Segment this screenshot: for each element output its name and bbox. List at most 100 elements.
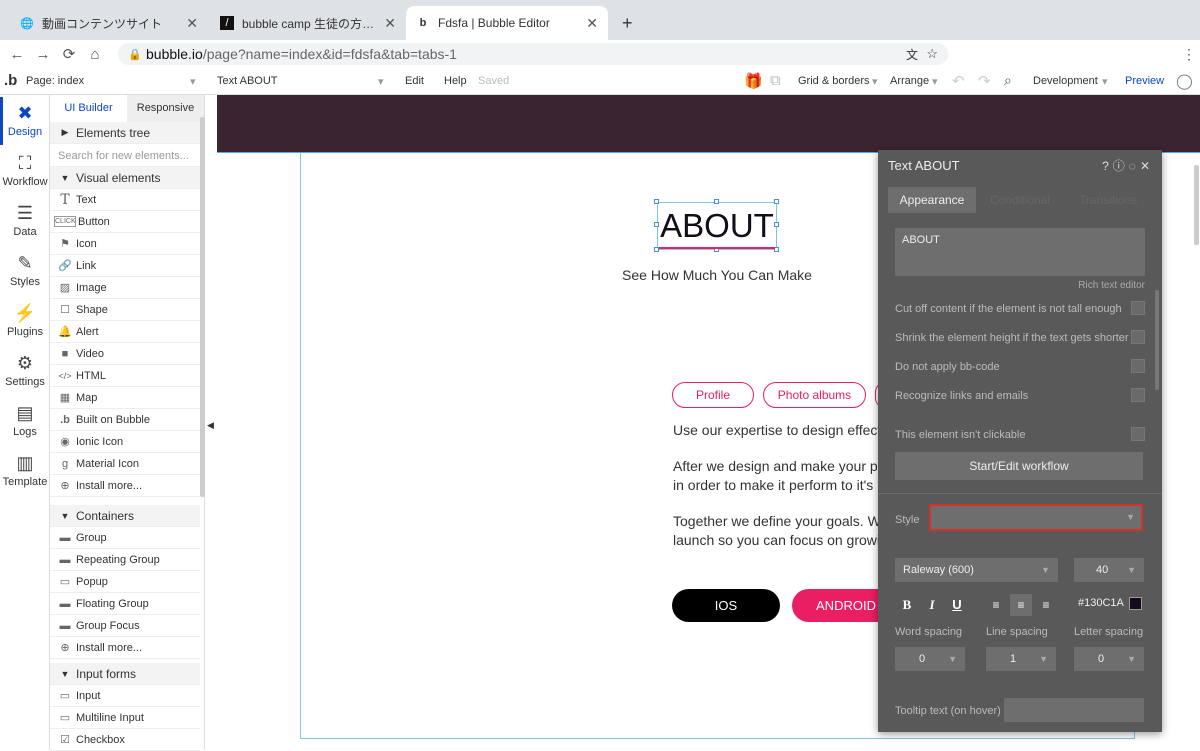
panel-scrollbar[interactable] <box>200 117 205 497</box>
element-search-input[interactable]: Search for new elements... <box>50 145 200 167</box>
pill-profile[interactable]: Profile <box>672 382 754 408</box>
preview-link[interactable]: Preview <box>1125 75 1164 87</box>
undo-icon[interactable]: ↶ <box>952 72 965 90</box>
checkbox[interactable] <box>1131 359 1145 373</box>
browser-tab[interactable]: 🌐 動画コンテンツサイト ✕ <box>10 6 208 40</box>
resize-handle[interactable] <box>654 222 659 227</box>
development-menu[interactable]: Development <box>1033 75 1098 87</box>
help-menu[interactable]: Help <box>444 75 467 87</box>
list-item[interactable]: CLICK Button <box>50 211 200 233</box>
gift-icon[interactable]: 🎁 <box>744 72 763 90</box>
list-item[interactable]: ▬ Repeating Group <box>50 549 200 571</box>
list-item[interactable]: ⊕ Install more... <box>50 637 200 659</box>
checkbox[interactable] <box>1131 427 1145 441</box>
star-icon[interactable]: ☆ <box>926 46 938 62</box>
list-item[interactable]: ▨ Image <box>50 277 200 299</box>
translate-icon[interactable]: 文 <box>906 46 918 63</box>
list-item[interactable]: ◉ Ionic Icon <box>50 431 200 453</box>
resize-handle[interactable] <box>714 199 719 204</box>
canvas-scrollbar[interactable] <box>1194 165 1199 245</box>
close-icon[interactable]: ✕ <box>384 15 396 32</box>
word-spacing-input[interactable]: 0 ▼ <box>895 647 965 671</box>
list-item[interactable]: ▦ Map <box>50 387 200 409</box>
list-item[interactable]: ▬ Group <box>50 527 200 549</box>
tab-transitions[interactable]: Transitions <box>1064 187 1152 213</box>
user-icon[interactable]: ◯ <box>1176 72 1193 90</box>
italic-button[interactable]: I <box>921 594 943 616</box>
paragraph[interactable]: launch so you can focus on growi <box>673 531 883 550</box>
component-icon[interactable]: ⧉ <box>770 72 781 89</box>
tab-ui-builder[interactable]: UI Builder <box>50 95 127 122</box>
elements-tree-toggle[interactable]: ▶ Elements tree <box>50 122 200 144</box>
about-subtitle[interactable]: See How Much You Can Make <box>567 267 867 283</box>
reload-icon[interactable]: ⟳ <box>56 45 82 63</box>
browser-tab-active[interactable]: b Fdsfa | Bubble Editor ✕ <box>406 6 608 40</box>
resize-handle[interactable] <box>774 199 779 204</box>
bubble-logo[interactable]: .b <box>4 72 17 89</box>
checkbox[interactable] <box>1131 330 1145 344</box>
arrange-menu[interactable]: Arrange <box>890 75 929 87</box>
text-content-input[interactable]: ABOUT <box>895 228 1145 276</box>
resize-handle[interactable] <box>654 199 659 204</box>
sidebar-item-settings[interactable]: ⚙ Settings <box>0 353 50 388</box>
list-item[interactable]: </> HTML <box>50 365 200 387</box>
input-forms-header[interactable]: ▼ Input forms <box>50 663 200 685</box>
close-icon[interactable]: ✕ <box>186 15 198 32</box>
list-item[interactable]: ⚑ Icon <box>50 233 200 255</box>
list-item[interactable]: ▬ Group Focus <box>50 615 200 637</box>
property-scrollbar[interactable] <box>1155 290 1159 390</box>
align-right-button[interactable]: ≡ <box>1035 594 1057 616</box>
url-field[interactable]: 🔒 bubble.io/page?name=index&id=fdsfa&tab… <box>118 43 948 65</box>
edit-menu[interactable]: Edit <box>405 75 424 87</box>
element-selector[interactable]: Text ABOUT <box>217 75 278 87</box>
resize-handle[interactable] <box>774 222 779 227</box>
page-selector[interactable]: Page: index <box>26 75 84 87</box>
list-item[interactable]: ⊕ Install more... <box>50 475 200 497</box>
paragraph[interactable]: Together we define your goals. W <box>673 512 883 531</box>
browser-tab[interactable]: / bubble camp 生徒の方々からいた ✕ <box>210 6 406 40</box>
grid-borders-menu[interactable]: Grid & borders <box>798 75 870 87</box>
collapse-panel-icon[interactable]: ◀ <box>207 420 214 431</box>
sidebar-item-workflow[interactable]: ⛶ Workflow <box>0 153 50 188</box>
new-tab-button[interactable]: + <box>612 6 642 40</box>
tab-conditional[interactable]: Conditional <box>976 187 1064 213</box>
containers-header[interactable]: ▼ Containers <box>50 505 200 527</box>
sidebar-item-template[interactable]: ▥ Template <box>0 453 50 488</box>
paragraph[interactable]: After we design and make your pa <box>673 457 883 476</box>
about-heading[interactable]: ABOUT <box>657 202 777 250</box>
menu-icon[interactable]: ⋮ <box>1182 46 1196 63</box>
pill-photo-albums[interactable]: Photo albums <box>763 382 866 408</box>
letter-spacing-input[interactable]: 0 ▼ <box>1074 647 1144 671</box>
close-icon[interactable]: ✕ <box>586 15 598 32</box>
list-item[interactable]: ▬ Floating Group <box>50 593 200 615</box>
list-item[interactable]: ☑ Checkbox <box>50 729 200 751</box>
back-icon[interactable]: ← <box>4 46 30 63</box>
list-item[interactable]: 🔗 Link <box>50 255 200 277</box>
paragraph[interactable]: Use our expertise to design effect <box>673 421 883 440</box>
visual-elements-header[interactable]: ▼ Visual elements <box>50 167 200 189</box>
forward-icon[interactable]: → <box>30 46 56 63</box>
ios-button[interactable]: IOS <box>672 589 780 622</box>
underline-button[interactable]: U <box>946 594 968 616</box>
color-value[interactable]: #130C1A <box>1078 597 1124 609</box>
search-icon[interactable]: ⌕ <box>1004 72 1012 89</box>
list-item[interactable]: ▭ Multiline Input <box>50 707 200 729</box>
align-center-button[interactable]: ≡ <box>1010 594 1032 616</box>
font-dropdown[interactable]: Raleway (600) ▼ <box>895 558 1058 582</box>
list-item[interactable]: ▭ Popup <box>50 571 200 593</box>
sidebar-item-data[interactable]: ☰ Data <box>0 203 50 238</box>
sidebar-item-styles[interactable]: ✎ Styles <box>0 253 50 288</box>
start-workflow-button[interactable]: Start/Edit workflow <box>895 452 1143 480</box>
list-item[interactable]: .b Built on Bubble <box>50 409 200 431</box>
line-spacing-input[interactable]: 1 ▼ <box>986 647 1056 671</box>
list-item[interactable]: ☐ Shape <box>50 299 200 321</box>
list-item[interactable]: ■ Video <box>50 343 200 365</box>
font-size-dropdown[interactable]: 40 ▼ <box>1074 558 1144 582</box>
help-icon[interactable]: ? <box>1102 159 1113 173</box>
list-item[interactable]: 🔔 Alert <box>50 321 200 343</box>
list-item[interactable]: g Material Icon <box>50 453 200 475</box>
redo-icon[interactable]: ↷ <box>978 72 991 90</box>
checkbox[interactable] <box>1131 388 1145 402</box>
close-icon[interactable]: ✕ <box>1140 159 1154 173</box>
sidebar-item-logs[interactable]: ▤ Logs <box>0 403 50 438</box>
